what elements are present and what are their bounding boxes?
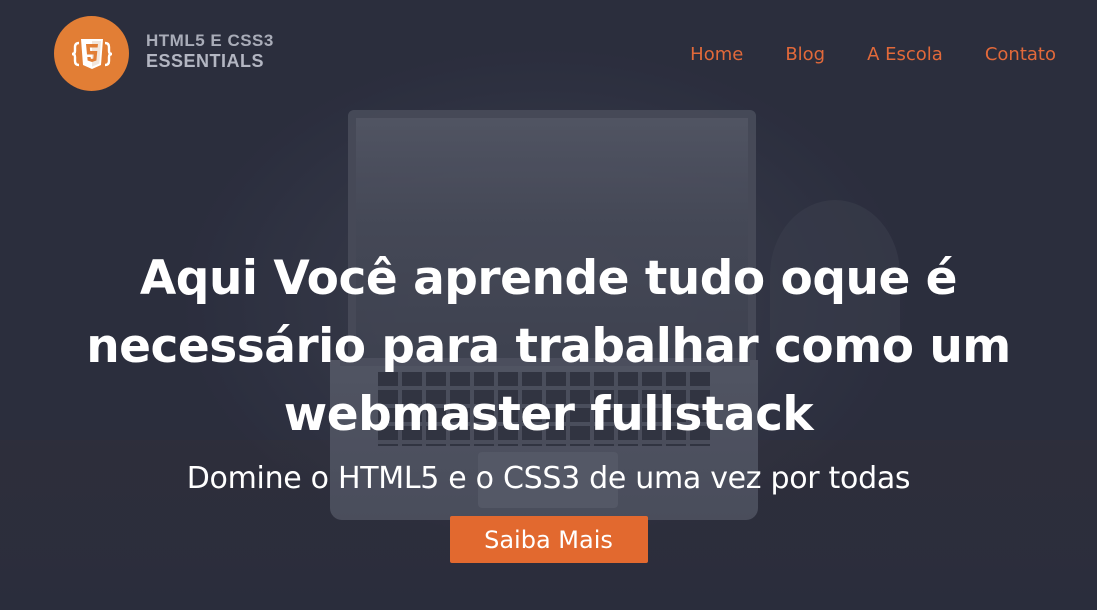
hero-title-line1: Aqui Você aprende tudo oque é bbox=[139, 251, 958, 306]
hero-subtitle: Domine o HTML5 e o CSS3 de uma vez por t… bbox=[186, 461, 911, 496]
main-nav: Home Blog A Escola Contato bbox=[648, 44, 1056, 65]
hero-section: Aqui Você aprende tudo oque é necessário… bbox=[0, 245, 1097, 563]
brand-name-line1: HTML5 E CSS3 bbox=[146, 30, 274, 50]
nav-link-a-escola[interactable]: A Escola bbox=[867, 44, 943, 65]
page: HTML5 E CSS3 ESSENTIALS Home Blog A Esco… bbox=[0, 0, 1097, 610]
hero-title-line2: necessário para trabalhar como um bbox=[86, 319, 1011, 374]
site-logo[interactable]: HTML5 E CSS3 ESSENTIALS bbox=[54, 16, 274, 91]
hero-title: Aqui Você aprende tudo oque é necessário… bbox=[49, 245, 1049, 449]
nav-link-home[interactable]: Home bbox=[690, 44, 743, 65]
brand-name: HTML5 E CSS3 ESSENTIALS bbox=[146, 31, 274, 71]
html5-badge-icon bbox=[54, 16, 129, 91]
saiba-mais-button[interactable]: Saiba Mais bbox=[449, 516, 648, 563]
hero-title-line3: webmaster fullstack bbox=[283, 387, 814, 442]
brand-name-line2: ESSENTIALS bbox=[146, 50, 265, 71]
nav-link-contato[interactable]: Contato bbox=[985, 44, 1056, 65]
nav-link-blog[interactable]: Blog bbox=[785, 44, 825, 65]
site-header: HTML5 E CSS3 ESSENTIALS Home Blog A Esco… bbox=[0, 0, 1097, 110]
